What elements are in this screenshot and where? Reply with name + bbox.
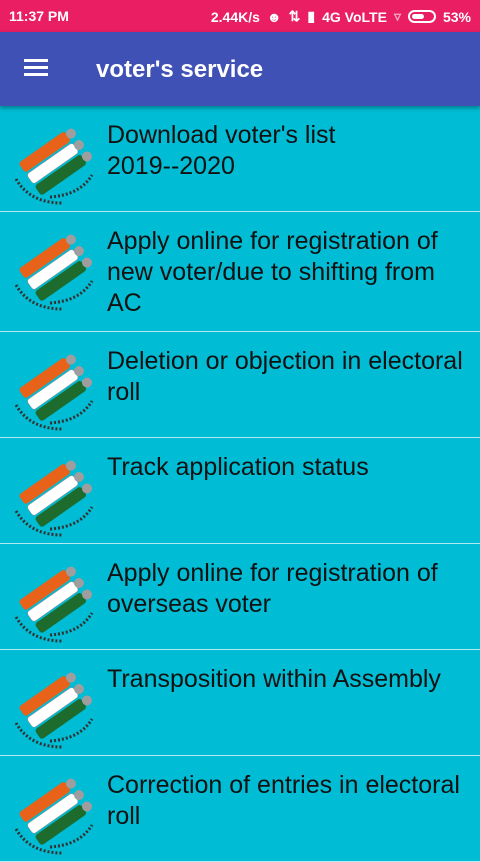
list-item-label: Apply online for registration of new vot… bbox=[107, 227, 438, 317]
list-item-label: Apply online for registration of oversea… bbox=[107, 559, 438, 618]
election-commission-logo-icon bbox=[10, 225, 96, 311]
network-type: 4G VoLTE bbox=[322, 8, 387, 25]
list-item-correction-entries[interactable]: Correction of entries in electoral roll bbox=[0, 756, 480, 862]
list-item-track-application[interactable]: Track application status bbox=[0, 438, 480, 544]
signal-icon: ▮ bbox=[307, 8, 316, 24]
data-arrows-icon: ⇅ bbox=[288, 8, 301, 24]
election-commission-logo-icon bbox=[10, 663, 96, 749]
list-item-apply-new-voter[interactable]: Apply online for registration of new vot… bbox=[0, 212, 480, 332]
page-title: voter's service bbox=[96, 56, 264, 83]
status-bar: 11:37 PM 2.44K/s ☻ ⇅ ▮ 4G VoLTE ▿ 53% bbox=[0, 0, 480, 32]
list-item-deletion-objection[interactable]: Deletion or objection in electoral roll bbox=[0, 332, 480, 438]
election-commission-logo-icon bbox=[10, 769, 96, 855]
battery-icon bbox=[407, 10, 436, 23]
list-item-label: Track application status bbox=[107, 453, 369, 481]
app-bar: voter's service bbox=[0, 32, 480, 106]
list-item-overseas-voter[interactable]: Apply online for registration of oversea… bbox=[0, 544, 480, 650]
election-commission-logo-icon bbox=[10, 345, 96, 431]
list-item-label: Download voter's list 2019--2020 bbox=[107, 121, 336, 180]
list-item-transposition[interactable]: Transposition within Assembly bbox=[0, 650, 480, 756]
status-right: 2.44K/s ☻ ⇅ ▮ 4G VoLTE ▿ 53% bbox=[211, 8, 471, 25]
battery-percent: 53% bbox=[442, 8, 471, 25]
election-commission-logo-icon bbox=[10, 451, 96, 537]
status-time: 11:37 PM bbox=[9, 8, 69, 24]
list-item-label: Deletion or objection in electoral roll bbox=[107, 347, 463, 406]
network-speed: 2.44K/s bbox=[210, 8, 260, 25]
election-commission-logo-icon bbox=[10, 119, 96, 205]
service-list: Download voter's list 2019--2020 Apply o… bbox=[0, 106, 480, 862]
hamburger-menu-icon[interactable] bbox=[24, 59, 48, 77]
list-item-download-voters-list[interactable]: Download voter's list 2019--2020 bbox=[0, 106, 480, 212]
list-item-label: Correction of entries in electoral roll bbox=[107, 771, 460, 830]
list-item-label: Transposition within Assembly bbox=[107, 665, 441, 693]
headphones-icon: ☻ bbox=[266, 8, 282, 25]
election-commission-logo-icon bbox=[10, 557, 96, 643]
no-signal-icon: ▿ bbox=[393, 8, 401, 24]
